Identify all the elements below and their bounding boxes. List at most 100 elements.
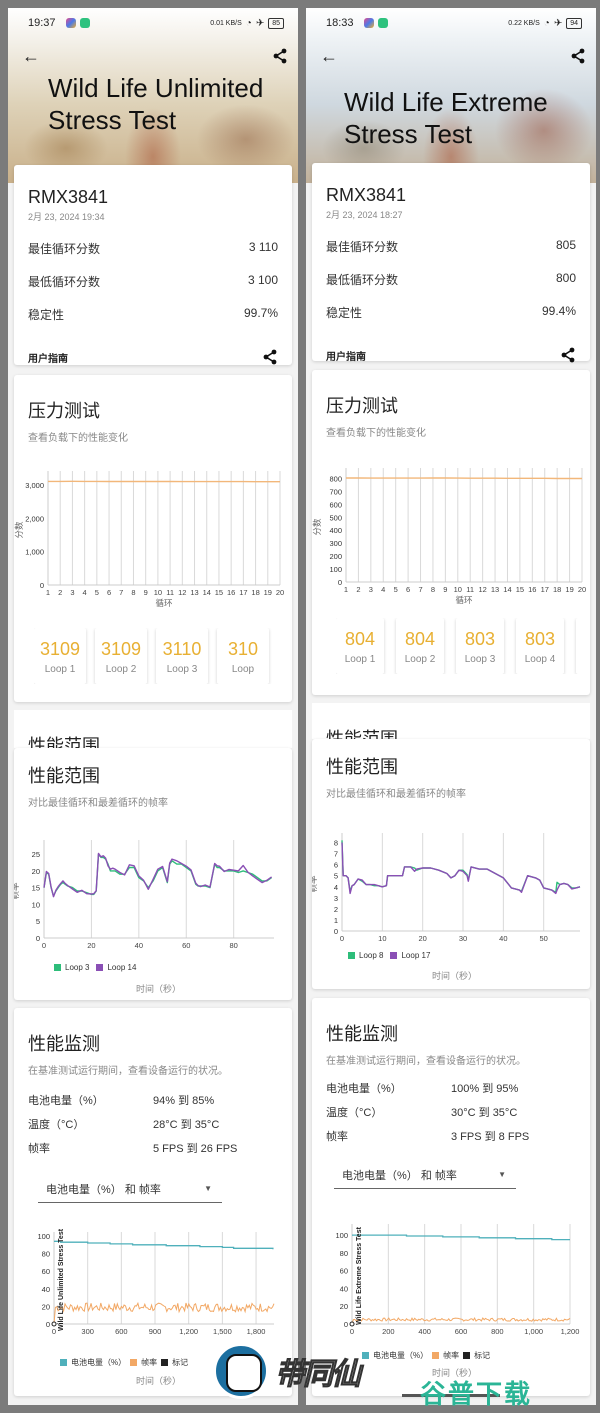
- x-tick-label: 17: [541, 585, 549, 594]
- y-tick-label: 100: [37, 1232, 50, 1241]
- x-tick-label: 600: [115, 1327, 128, 1336]
- loop-card[interactable]: 803 Loop 4: [516, 618, 564, 674]
- y-tick-label: 0: [338, 578, 342, 587]
- performance-monitor-card: 性能监测 在基准测试运行期间，查看设备运行的状况。 电池电量（%） 94% 到 8…: [14, 1008, 292, 1396]
- legend-label: 电池电量（%）: [373, 1351, 429, 1360]
- loop-score: 310: [227, 639, 259, 659]
- chart-metric-dropdown[interactable]: 电池电量（%） 和 帧率 ▼: [334, 1161, 516, 1189]
- x-tick-label: 9: [144, 588, 148, 597]
- back-arrow-icon[interactable]: ←: [22, 46, 40, 67]
- x-tick-label: 600: [455, 1327, 468, 1336]
- x-tick-label: 3: [70, 588, 74, 597]
- x-tick-label: 1,200: [179, 1327, 198, 1336]
- loop-card[interactable]: 3110 Loop 3: [156, 628, 208, 684]
- x-tick-label: 3: [369, 585, 373, 594]
- loop-card[interactable]: 3109 Loop 2: [95, 628, 147, 684]
- loop-card[interactable]: 3109 Loop 1: [34, 628, 86, 684]
- framerate-chart: 0 20 40 60 80 0 5 10 15 20 25 帧率: [14, 840, 274, 950]
- loop-card[interactable]: 804 Loop 1: [336, 618, 384, 674]
- y-tick-label: 1,000: [25, 548, 44, 557]
- share-icon[interactable]: [272, 48, 288, 69]
- section-subtitle: 查看负载下的性能变化: [326, 428, 426, 439]
- x-tick-label: 2: [356, 585, 360, 594]
- battery-framerate-chart: 0 200 400 600 800 1,000 1,200 0 20 40 60 80 100 Wild …: [335, 1224, 579, 1336]
- x-tick-label: 18: [251, 588, 259, 597]
- row-value: 94% 到 85%: [153, 1095, 215, 1107]
- row-label: 最低循环分数: [28, 275, 101, 289]
- user-guide-link[interactable]: 用户指南: [326, 348, 366, 363]
- section-subtitle: 在基准测试运行期间，查看设备运行的状况。: [326, 1056, 526, 1067]
- y-tick-label: 0: [46, 1320, 50, 1329]
- battery-icon: 85: [268, 17, 284, 29]
- row-value: 28°C 到 35°C: [153, 1119, 220, 1131]
- legend-label: 标记: [172, 1358, 189, 1367]
- status-time: 18:33: [326, 17, 354, 29]
- x-tick-label: 14: [203, 588, 211, 597]
- stress-test-card: 压力测试 查看负载下的性能变化 1 2 3 4 5 6 7 8 9 10 11 12 13 14 15 16 1…: [312, 370, 590, 695]
- chart-metric-dropdown[interactable]: 电池电量（%） 和 帧率 ▼: [38, 1175, 222, 1203]
- y-tick-label: 2,000: [25, 514, 44, 523]
- user-guide-link[interactable]: 用户指南: [28, 350, 68, 365]
- loop-score: 804: [344, 629, 376, 649]
- legend-label: 标记: [474, 1351, 491, 1360]
- x-tick-label: 1,000: [524, 1327, 543, 1336]
- share-icon[interactable]: [560, 347, 576, 363]
- row-value: 99.4%: [541, 304, 576, 318]
- marker-point: [349, 1321, 355, 1327]
- loop-card[interactable]: 804 Loop 2: [396, 618, 444, 674]
- status-time: 19:37: [28, 17, 56, 29]
- x-tick-label: 16: [227, 588, 235, 597]
- lowest-loop-score-row: 最低循环分数 800: [326, 271, 576, 288]
- loop-score-list[interactable]: 804 Loop 1 804 Loop 2 803 Loop 3 803 Loop 4: [336, 618, 582, 674]
- y-tick-label: 300: [329, 539, 342, 548]
- y-tick-label: 200: [329, 552, 342, 561]
- y-tick-label: 0: [40, 581, 44, 590]
- device-name: RMX3841: [28, 187, 109, 207]
- legend-label: 帧率: [443, 1351, 460, 1360]
- dropdown-value: 电池电量（%） 和 帧率: [342, 1169, 457, 1182]
- loop-card[interactable]: [576, 618, 582, 674]
- loop-card[interactable]: 803 Loop 3: [456, 618, 504, 674]
- row-label: 电池电量（%）: [28, 1095, 104, 1107]
- section-title: 压力测试: [326, 396, 398, 416]
- y-tick-label: 3: [334, 894, 338, 903]
- summary-card: RMX3841 2月 23, 2024 18:27 最佳循环分数 805 最低循…: [312, 163, 590, 363]
- y-tick-label: 20: [32, 867, 40, 876]
- y-tick-label: 4: [334, 883, 338, 892]
- user-guide-row[interactable]: 用户指南: [28, 349, 278, 365]
- x-tick-label: 50: [540, 934, 548, 943]
- performance-range-card: 性能范围 对比最佳循环和最差循环的帧率 0 10 20 30 40 50 0 1 2 3 4 5 6 7 8…: [312, 739, 590, 989]
- row-value: 5 FPS 到 26 FPS: [153, 1143, 238, 1155]
- x-tick-label: 800: [491, 1327, 504, 1336]
- row-label: 最佳循环分数: [326, 240, 399, 254]
- x-tick-label: 12: [178, 588, 186, 597]
- x-tick-label: 20: [419, 934, 427, 943]
- performance-range-card: 性能范围 对比最佳循环和最差循环的帧率 0 20 40 60 80 0 5 10 15 20 25 帧…: [14, 748, 292, 1000]
- share-icon[interactable]: [262, 349, 278, 365]
- x-tick-label: 900: [149, 1327, 162, 1336]
- back-arrow-icon[interactable]: ←: [320, 46, 338, 67]
- section-title: 性能范围: [326, 757, 398, 777]
- section-title: 性能监测: [28, 1034, 100, 1054]
- x-tick-label: 4: [381, 585, 385, 594]
- loop-card[interactable]: 310 Loop: [217, 628, 269, 684]
- row-value: 3 FPS 到 8 FPS: [451, 1131, 530, 1143]
- y-tick-label: 3,000: [25, 481, 44, 490]
- loop-score-list[interactable]: 3109 Loop 1 3109 Loop 2 3110 Loop 3 310 Loop: [34, 628, 280, 684]
- loop-label: Loop 3: [464, 654, 496, 665]
- phone-screen-unlimited: 19:37 0.01 KB/S ◔ ✈ 85 ← Wild Life Unlim…: [8, 8, 298, 1405]
- x-tick-label: 300: [81, 1327, 94, 1336]
- loop-label: Loop 1: [44, 664, 76, 675]
- status-bar: 18:33 0.22 KB/S ◔ ✈ 94: [306, 8, 596, 38]
- row-value: 805: [555, 238, 576, 252]
- x-tick-label: 400: [418, 1327, 431, 1336]
- loop-score: 3109: [39, 639, 81, 659]
- share-icon[interactable]: [570, 48, 586, 69]
- x-tick-label: 7: [119, 588, 123, 597]
- framerate-row: 帧率 5 FPS 到 26 FPS: [28, 1136, 278, 1160]
- loop-label: Loop 2: [404, 654, 436, 665]
- user-guide-row[interactable]: 用户指南: [326, 347, 576, 363]
- x-tick-label: 11: [466, 585, 474, 594]
- wifi-icon: ◔: [245, 17, 252, 29]
- stability-row: 稳定性 99.4%: [326, 304, 576, 321]
